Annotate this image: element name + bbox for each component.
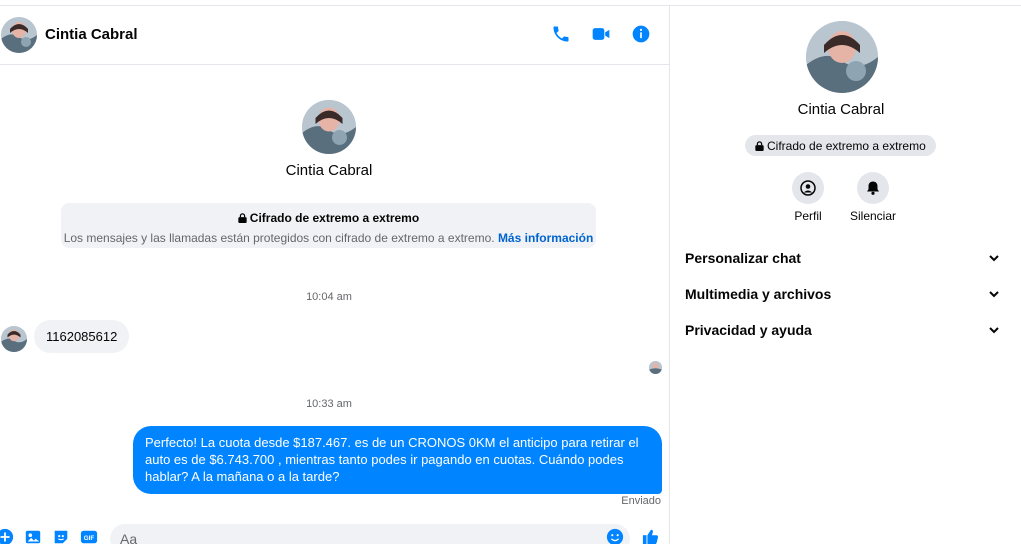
encryption-notice: Cifrado de extremo a extremo Los mensaje…: [61, 203, 596, 248]
privacy-help-row[interactable]: Privacidad y ayuda: [685, 316, 1001, 344]
video-camera-icon[interactable]: [591, 23, 611, 45]
privacy-help-label: Privacidad y ayuda: [685, 322, 812, 338]
sticker-icon[interactable]: [52, 528, 70, 544]
phone-icon[interactable]: [551, 23, 571, 45]
customize-chat-row[interactable]: Personalizar chat: [685, 244, 1001, 272]
media-files-row[interactable]: Multimedia y archivos: [685, 280, 1001, 308]
mute-label: Silenciar: [849, 209, 897, 223]
lock-icon: [238, 213, 247, 223]
incoming-message[interactable]: 1162085612: [34, 320, 130, 353]
encryption-badge[interactable]: Cifrado de extremo a extremo: [745, 135, 936, 156]
timestamp: 10:04 am: [306, 291, 352, 303]
gif-icon[interactable]: GIF: [80, 528, 98, 544]
encryption-title: Cifrado de extremo a extremo: [238, 211, 419, 225]
messenger-window: Cintia Cabral Cintia Cabral Cifrado de e…: [0, 0, 1021, 544]
thumbs-up-icon[interactable]: [642, 528, 662, 544]
profile-icon: [792, 172, 824, 204]
intro-name: Cintia Cabral: [285, 162, 373, 179]
plus-icon[interactable]: [0, 528, 14, 544]
media-files-label: Multimedia y archivos: [685, 286, 832, 302]
header-actions: [551, 23, 651, 45]
conversation-info-panel: Cintia Cabral Cifrado de extremo a extre…: [671, 6, 1021, 544]
profile-button[interactable]: Perfil: [778, 172, 838, 223]
encryption-badge-text: Cifrado de extremo a extremo: [767, 138, 926, 153]
mute-button[interactable]: Silenciar: [843, 172, 903, 223]
composer-bar: GIF: [0, 518, 669, 544]
more-info-link[interactable]: Más información: [498, 231, 593, 245]
sender-avatar[interactable]: [1, 326, 27, 352]
panel-contact-name: Cintia Cabral: [797, 101, 885, 118]
emoji-icon[interactable]: [606, 528, 624, 544]
intro-avatar[interactable]: [302, 100, 356, 154]
svg-text:GIF: GIF: [84, 535, 95, 542]
encryption-title-text: Cifrado de extremo a extremo: [249, 211, 420, 225]
contact-name[interactable]: Cintia Cabral: [45, 26, 138, 43]
encryption-description: Los mensajes y las llamadas están proteg…: [61, 231, 596, 245]
image-icon[interactable]: [24, 528, 42, 544]
seen-indicator-avatar: [649, 361, 662, 374]
info-icon[interactable]: [631, 23, 651, 45]
chat-header: Cintia Cabral: [0, 6, 669, 65]
chevron-down-icon: [989, 327, 999, 334]
encryption-desc-text: Los mensajes y las llamadas están proteg…: [63, 231, 495, 245]
message-input[interactable]: [110, 524, 630, 544]
lock-icon: [755, 140, 764, 151]
bell-icon: [857, 172, 889, 204]
profile-label: Perfil: [794, 209, 822, 223]
outgoing-message[interactable]: Perfecto! La cuota desde $187.467. es de…: [133, 426, 662, 494]
chevron-down-icon: [989, 291, 999, 298]
chat-pane: Cintia Cabral Cintia Cabral Cifrado de e…: [0, 6, 670, 544]
timestamp: 10:33 am: [306, 398, 352, 410]
customize-chat-label: Personalizar chat: [685, 250, 801, 266]
contact-avatar[interactable]: [1, 17, 37, 53]
chevron-down-icon: [989, 255, 999, 262]
panel-avatar[interactable]: [806, 21, 878, 93]
message-status: Enviado: [621, 495, 661, 507]
